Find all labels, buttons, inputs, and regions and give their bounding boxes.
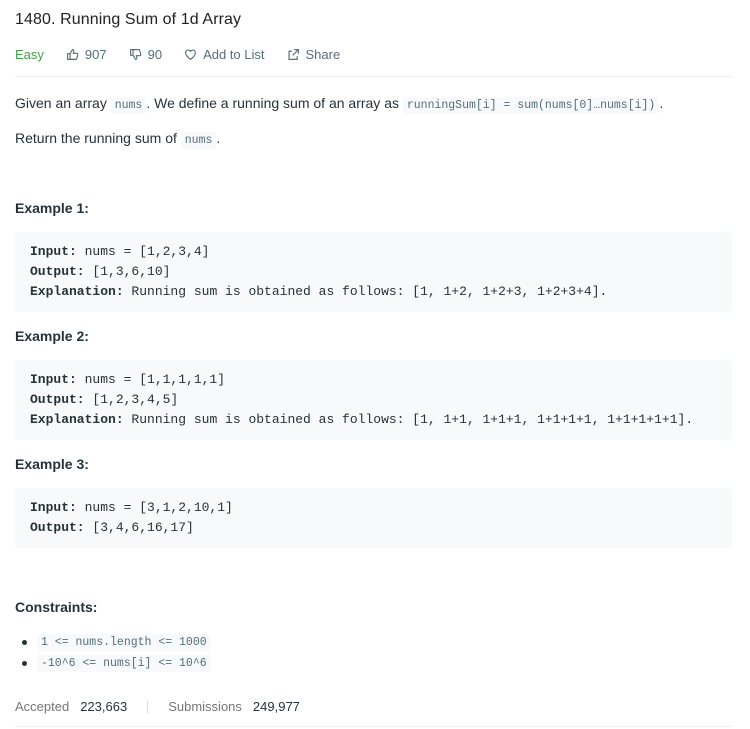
add-to-list-label: Add to List — [203, 46, 265, 62]
difficulty-badge: Easy — [15, 46, 44, 62]
example-block: Input: nums = [1,2,3,4] Output: [1,3,6,1… — [15, 232, 732, 312]
example-block: Input: nums = [1,1,1,1,1] Output: [1,2,3… — [15, 360, 732, 440]
header-divider — [15, 76, 732, 77]
dislike-count: 90 — [147, 46, 163, 62]
list-item: -10^6 <= nums[i] <= 10^6 — [22, 653, 211, 674]
submission-stats: Accepted 223,663 Submissions 249,977 — [15, 699, 300, 714]
submissions-label: Submissions — [168, 699, 242, 714]
share-button[interactable]: Share — [287, 46, 341, 62]
stats-divider — [147, 699, 149, 714]
constraints-heading: Constraints: — [15, 599, 98, 615]
thumbs-down-icon — [129, 48, 141, 60]
accepted-count: 223,663 — [80, 699, 128, 714]
add-to-list-button[interactable]: Add to List — [184, 46, 265, 62]
inline-code: nums — [180, 132, 217, 149]
list-item: 1 <= nums.length <= 1000 — [22, 632, 211, 653]
footer-divider — [15, 726, 732, 727]
problem-title: 1480. Running Sum of 1d Array — [15, 11, 242, 28]
accepted-label: Accepted — [15, 699, 70, 714]
example-heading: Example 1: — [15, 200, 89, 216]
heart-icon — [185, 48, 197, 60]
example-heading: Example 2: — [15, 328, 89, 344]
dislike-button[interactable]: 90 — [129, 47, 162, 62]
example-block: Input: nums = [3,1,2,10,1] Output: [3,4,… — [15, 488, 732, 548]
submissions-count: 249,977 — [252, 699, 300, 714]
like-count: 907 — [84, 46, 107, 62]
share-label: Share — [305, 46, 341, 62]
share-icon — [287, 48, 299, 60]
constraints-list: 1 <= nums.length <= 1000 -10^6 <= nums[i… — [22, 632, 211, 674]
description-paragraph-2: Return the running sum of nums. — [15, 130, 221, 149]
example-heading: Example 3: — [15, 456, 89, 472]
description-paragraph-1: Given an array nums. We define a running… — [15, 95, 664, 114]
like-button[interactable]: 907 — [66, 47, 107, 62]
thumbs-up-icon — [66, 48, 79, 60]
problem-meta-bar: Easy 907 90 Add to List Share — [15, 46, 362, 62]
inline-code: runningSum[i] = sum(nums[0]…nums[i]) — [402, 97, 660, 114]
inline-code: nums — [110, 97, 147, 114]
